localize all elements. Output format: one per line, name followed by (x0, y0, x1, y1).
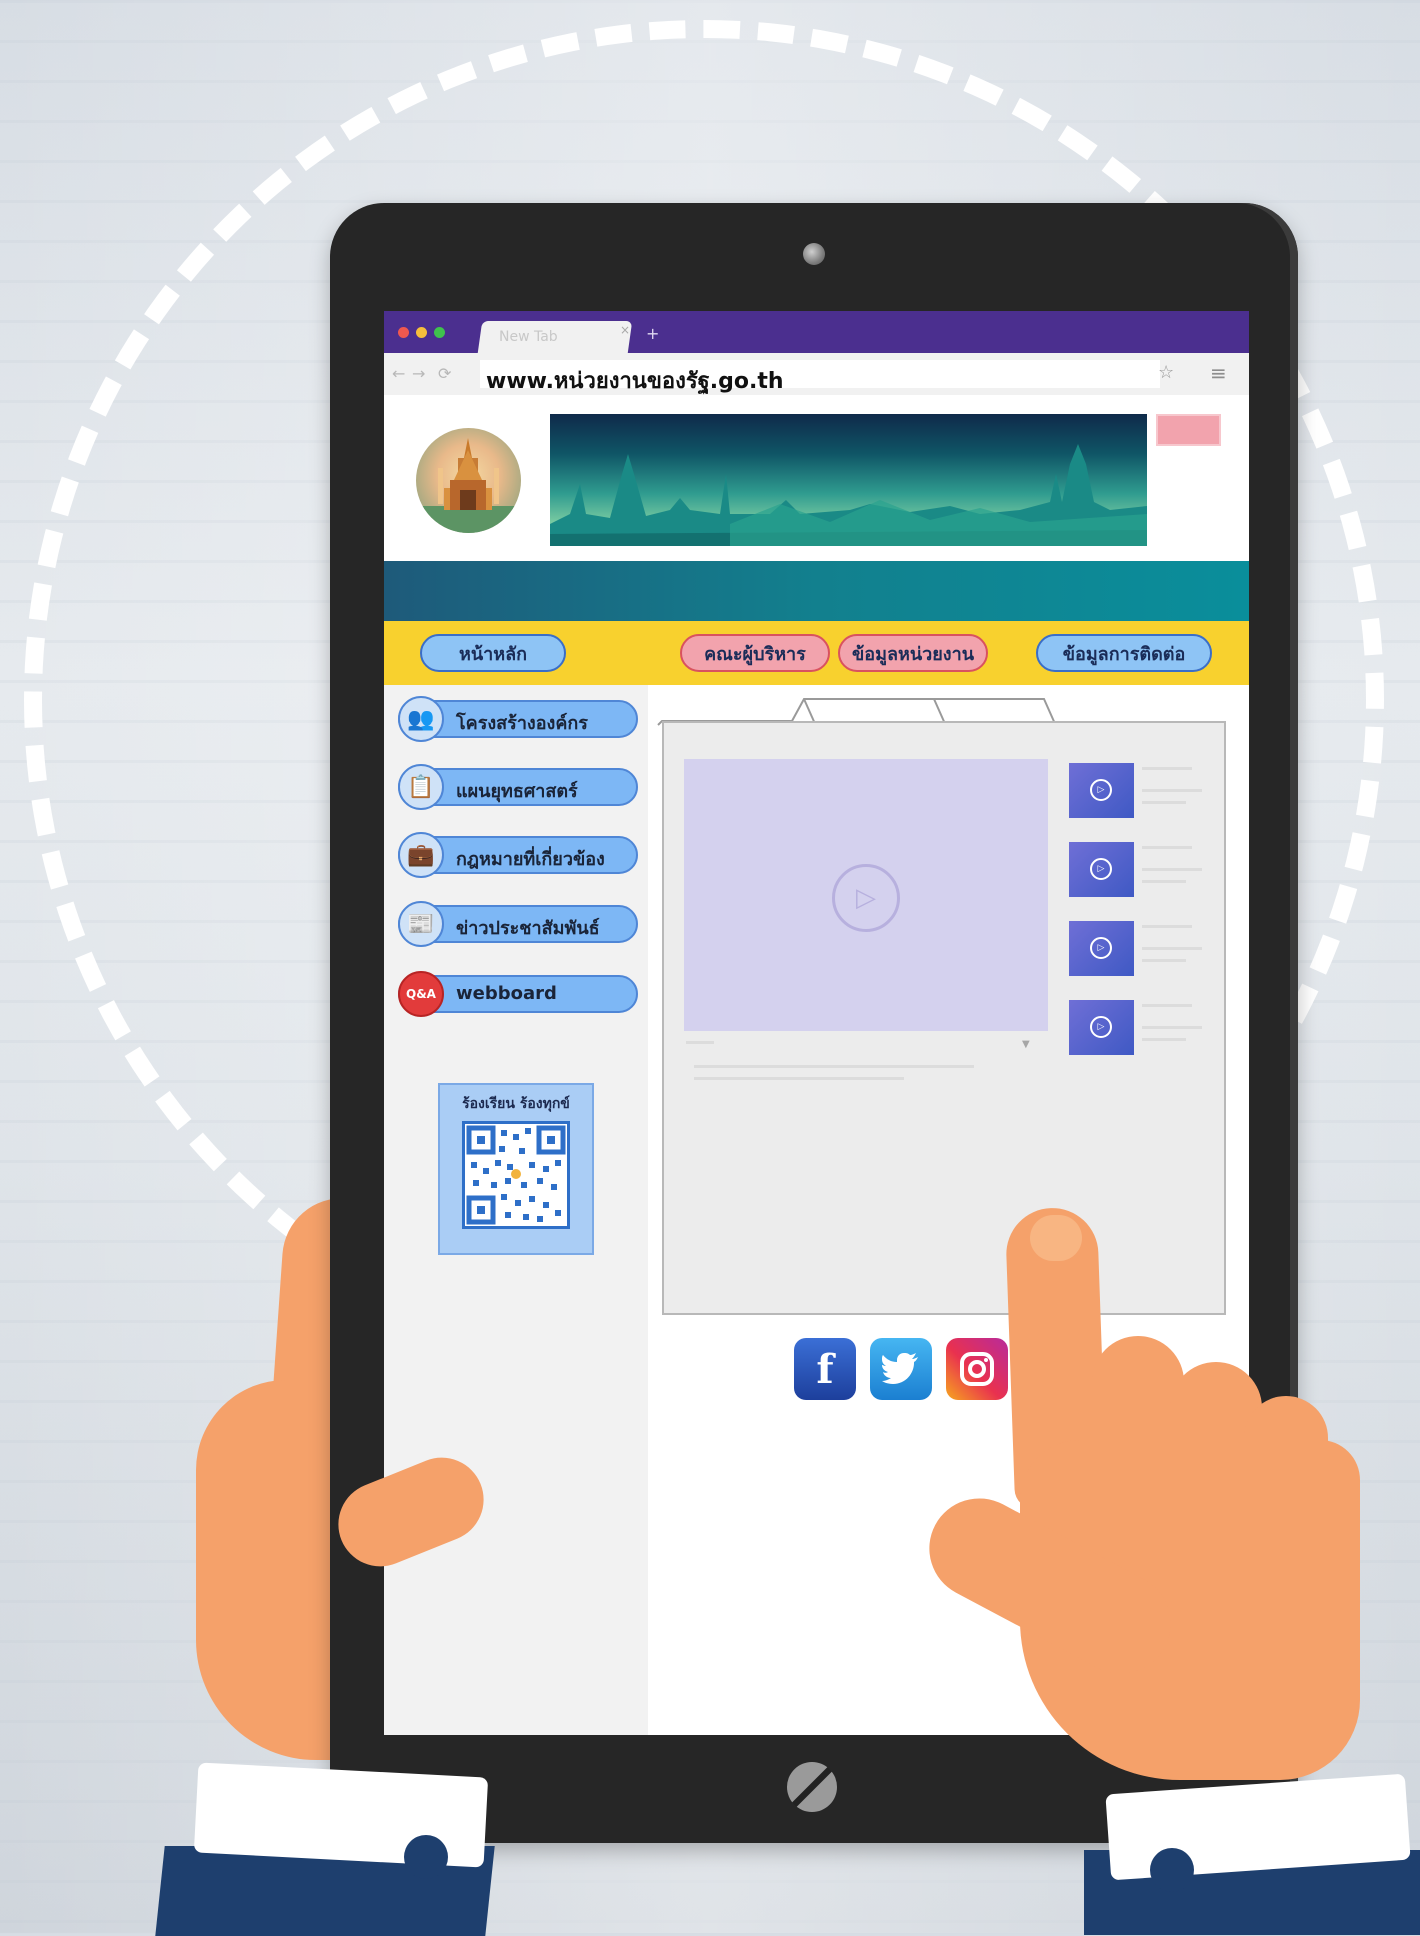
browser-addressbar: ← → ⟳ www.หน่วยงานของรัฐ.go.th ☆ ≡ (384, 353, 1249, 395)
twitter-icon[interactable] (870, 1338, 932, 1400)
nav-home-button[interactable]: หน้าหลัก (420, 634, 566, 672)
play-icon[interactable]: ▷ (832, 864, 900, 932)
header-badge[interactable] (1156, 414, 1221, 446)
video-thumbnail[interactable]: ▷ (1069, 1000, 1134, 1055)
complaint-title: ร้องเรียน ร้องทุกข์ (462, 1096, 570, 1112)
browser-tabbar: New Tab × + (384, 311, 1249, 353)
qa-bubble-icon: Q&A (398, 971, 444, 1017)
window-close-dot[interactable] (398, 327, 409, 338)
video-caption-line (686, 1041, 714, 1044)
thumbnail-caption-line (1142, 846, 1192, 849)
site-logo[interactable] (416, 428, 521, 533)
thumbnail-caption-line (1142, 880, 1186, 883)
menu-icon[interactable]: ≡ (1210, 361, 1227, 385)
thumbnail-caption-line (1142, 925, 1192, 928)
sidebar-item-label: webboard (456, 983, 557, 1004)
video-caption-line (694, 1065, 974, 1068)
qr-code-icon[interactable] (462, 1121, 570, 1229)
left-cufflink (404, 1835, 448, 1879)
chevron-down-icon[interactable]: ▼ (1022, 1039, 1030, 1050)
video-thumbnail[interactable]: ▷ (1069, 842, 1134, 897)
fingernail (1030, 1215, 1082, 1261)
sidebar-item-laws[interactable]: 💼 กฎหมายที่เกี่ยวข้อง (398, 832, 638, 878)
thumbnail-caption-line (1142, 868, 1202, 871)
header-strip (384, 561, 1249, 621)
plus-icon[interactable]: + (646, 324, 659, 343)
sidebar-item-strategy[interactable]: 📋 แผนยุทธศาสตร์ (398, 764, 638, 810)
window-maximize-dot[interactable] (434, 327, 445, 338)
video-thumbnail[interactable]: ▷ (1069, 921, 1134, 976)
site-banner (550, 414, 1147, 546)
sidebar-item-label: แผนยุทธศาสตร์ (456, 781, 578, 802)
facebook-icon[interactable]: f (794, 1338, 856, 1400)
tab-label: New Tab (499, 329, 558, 345)
sidebar-item-webboard[interactable]: Q&A webboard (398, 971, 638, 1017)
thumbnail-caption-line (1142, 1026, 1202, 1029)
play-icon: ▷ (1090, 779, 1112, 801)
home-button[interactable] (787, 1762, 837, 1812)
play-icon: ▷ (1090, 937, 1112, 959)
play-icon: ▷ (1090, 858, 1112, 880)
strategy-board-icon: 📋 (398, 764, 444, 810)
complaint-qr-card[interactable]: ร้องเรียน ร้องทุกข์ (438, 1083, 594, 1255)
close-icon[interactable]: × (620, 323, 630, 337)
nav-contact-button[interactable]: ข้อมูลการติดต่อ (1036, 634, 1212, 672)
instagram-icon[interactable] (946, 1338, 1008, 1400)
sidebar-item-news[interactable]: 📰 ข่าวประชาสัมพันธ์ (398, 901, 638, 947)
star-icon[interactable]: ☆ (1158, 362, 1174, 383)
forward-arrow-icon[interactable]: → (412, 364, 425, 383)
sidebar-item-label: ข่าวประชาสัมพันธ์ (456, 918, 600, 939)
thumbnail-caption-line (1142, 789, 1202, 792)
sidebar-item-label: กฎหมายที่เกี่ยวข้อง (456, 849, 605, 870)
thumbnail-caption-line (1142, 1004, 1192, 1007)
thumbnail-caption-line (1142, 959, 1186, 962)
right-cufflink (1150, 1848, 1194, 1892)
nav-executives-button[interactable]: คณะผู้บริหาร (680, 634, 830, 672)
thumbnail-caption-line (1142, 1038, 1186, 1041)
thumbnail-caption-line (1142, 801, 1186, 804)
briefcase-icon: 💼 (398, 832, 444, 878)
reload-icon[interactable]: ⟳ (438, 364, 451, 383)
thumbnail-caption-line (1142, 947, 1202, 950)
video-caption-line (694, 1077, 904, 1080)
window-minimize-dot[interactable] (416, 327, 427, 338)
camera-icon (803, 243, 825, 265)
play-icon: ▷ (1090, 1016, 1112, 1038)
news-document-icon: 📰 (398, 901, 444, 947)
back-arrow-icon[interactable]: ← (392, 364, 405, 383)
url-text: www.หน่วยงานของรัฐ.go.th (486, 369, 784, 394)
video-thumbnail[interactable]: ▷ (1069, 763, 1134, 818)
nav-agency-info-button[interactable]: ข้อมูลหน่วยงาน (838, 634, 988, 672)
thumbnail-caption-line (1142, 767, 1192, 770)
url-input[interactable]: www.หน่วยงานของรัฐ.go.th (480, 360, 1160, 394)
